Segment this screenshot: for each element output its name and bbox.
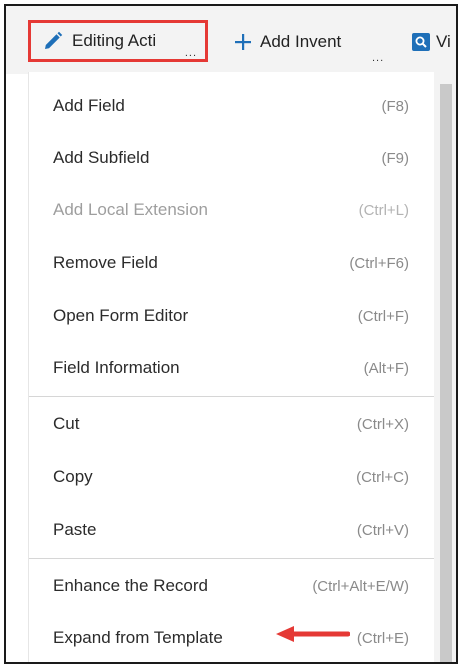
scrollbar-thumb[interactable] bbox=[440, 84, 452, 662]
menu-item-add-subfield[interactable]: Add Subfield (F9) bbox=[29, 132, 435, 184]
editing-actions-ellipsis: ... bbox=[184, 47, 197, 59]
menu-item-expand-from-template[interactable]: Expand from Template (Ctrl+E) bbox=[29, 612, 435, 662]
add-inventory-label: Add Invent bbox=[260, 32, 342, 51]
red-arrow-annotation-icon bbox=[276, 626, 350, 642]
add-inventory-button[interactable]: Add Invent ... bbox=[234, 22, 383, 64]
menu-item-open-form-editor[interactable]: Open Form Editor (Ctrl+F) bbox=[29, 290, 435, 342]
menu-item-remove-field[interactable]: Remove Field (Ctrl+F6) bbox=[29, 237, 435, 289]
view-button[interactable]: Vi bbox=[412, 22, 451, 62]
search-icon bbox=[412, 33, 430, 51]
menu-item-add-local-extension: Add Local Extension (Ctrl+L) bbox=[53, 200, 409, 219]
screenshot-frame: Editing Acti ... Add Invent ... Vi Add F… bbox=[4, 4, 458, 664]
toolbar: Editing Acti ... Add Invent ... Vi bbox=[6, 6, 456, 74]
menu-item-paste[interactable]: Paste (Ctrl+V) bbox=[29, 504, 435, 556]
editing-actions-label: Editing Acti bbox=[72, 31, 157, 50]
scrollbar[interactable] bbox=[434, 72, 456, 662]
plus-icon bbox=[234, 33, 252, 51]
menu-item-add-field[interactable]: Add Field (F8) bbox=[29, 80, 435, 132]
add-inventory-ellipsis: ... bbox=[372, 52, 385, 64]
menu-item-cut[interactable]: Cut (Ctrl+X) bbox=[29, 398, 435, 450]
editing-actions-button[interactable]: Editing Acti ... bbox=[28, 20, 208, 62]
view-label: Vi bbox=[436, 32, 451, 51]
editing-actions-menu: Add Field (F8) Add Subfield (F9) Add Loc… bbox=[28, 72, 435, 662]
menu-item-copy[interactable]: Copy (Ctrl+C) bbox=[29, 451, 435, 503]
menu-divider bbox=[29, 396, 435, 397]
menu-item-field-information[interactable]: Field Information (Alt+F) bbox=[29, 342, 435, 394]
menu-divider bbox=[29, 558, 435, 559]
menu-item-enhance-the-record[interactable]: Enhance the Record (Ctrl+Alt+E/W) bbox=[29, 560, 435, 612]
pencil-icon bbox=[43, 31, 63, 51]
